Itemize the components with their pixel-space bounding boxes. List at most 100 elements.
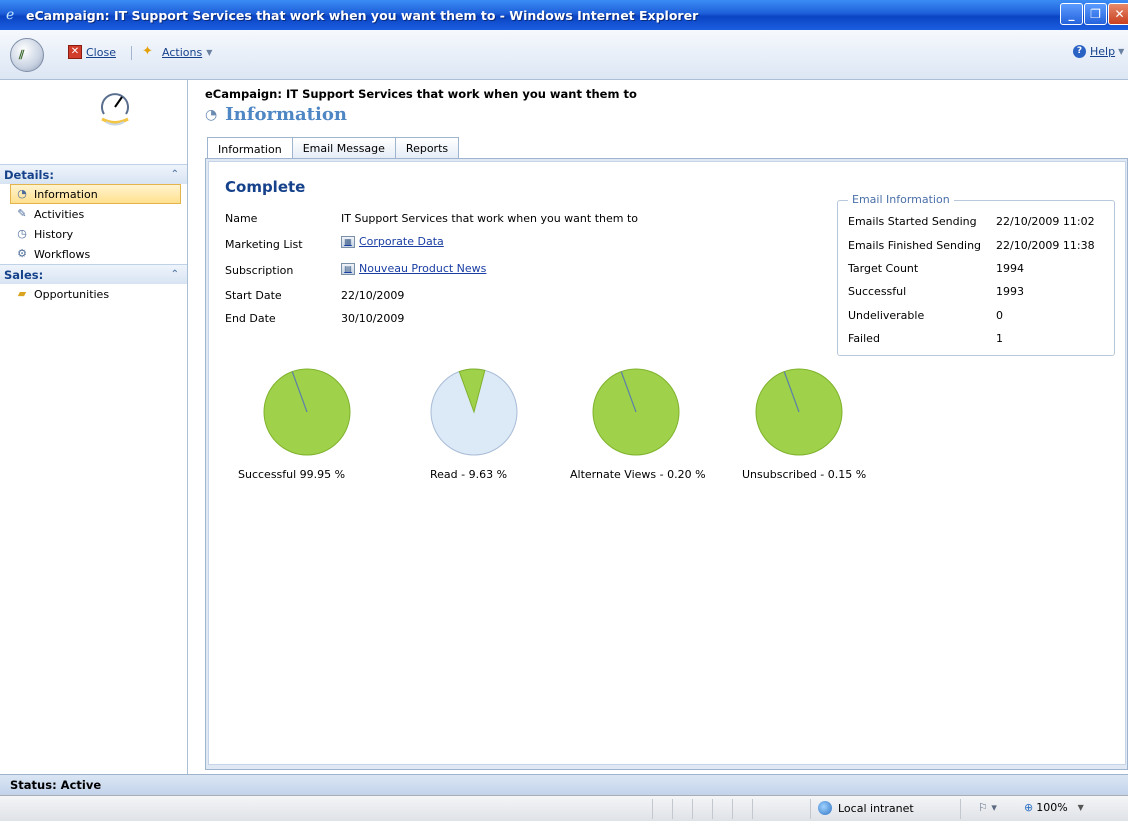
field-value-subscription: ▤ Nouveau Product News [341, 262, 486, 275]
email-info-value: 1993 [996, 285, 1024, 298]
record-status: Status: Active [10, 778, 102, 792]
close-button[interactable]: ✕ Close [68, 45, 116, 59]
field-value-marketing-list: ▦ Corporate Data [341, 235, 444, 248]
history-icon: ◷ [17, 227, 27, 240]
email-info-value: 1994 [996, 262, 1024, 275]
field-value-end-date: 30/10/2009 [341, 312, 405, 325]
field-value-start-date: 22/10/2009 [341, 289, 405, 302]
chevron-down-icon: ▼ [206, 47, 213, 57]
crm-logo-button[interactable]: ⫽ [10, 38, 44, 72]
close-icon: ✕ [68, 45, 82, 59]
field-label-start-date: Start Date [225, 289, 282, 302]
intranet-globe-icon [818, 801, 832, 815]
email-info-label: Target Count [848, 262, 919, 275]
information-panel: Complete Name IT Support Services that w… [208, 161, 1126, 765]
crm-logo-icon: ⫽ [19, 48, 25, 62]
actions-label: Actions [162, 45, 203, 59]
email-info-label: Emails Started Sending [848, 215, 977, 228]
sidebar-item-activities[interactable]: ✎ Activities [0, 204, 187, 224]
marketing-list-link[interactable]: ▦ Corporate Data [341, 235, 444, 248]
help-icon: ? [1073, 45, 1086, 58]
chevron-down-icon: ▼ [1077, 803, 1084, 812]
chevron-down-icon: ▼ [1118, 47, 1125, 56]
email-info-value: 22/10/2009 11:02 [996, 215, 1095, 228]
tab-information[interactable]: Information [207, 137, 293, 160]
pie-alternate-views [592, 368, 680, 456]
internet-explorer-icon: ℯ [6, 7, 15, 23]
email-information-legend: Email Information [848, 193, 954, 206]
tab-reports[interactable]: Reports [394, 137, 460, 159]
opportunities-icon: ▰ [17, 287, 27, 300]
information-icon: ◔ [17, 187, 27, 200]
subscription-link[interactable]: ▤ Nouveau Product News [341, 262, 486, 275]
subscription-icon: ▤ [341, 262, 355, 275]
email-info-label: Failed [848, 332, 880, 345]
window-title: eCampaign: IT Support Services that work… [26, 7, 699, 23]
zoom-control[interactable]: ⊕ 100% ▼ [1024, 801, 1084, 814]
status-heading: Complete [225, 178, 306, 196]
field-label-name: Name [225, 212, 258, 225]
collapse-chevron-icon[interactable]: ⌃ [171, 169, 179, 180]
sidebar-item-workflows[interactable]: ⚙ Workflows [0, 244, 187, 264]
pie-label-unsubscribed: Unsubscribed - 0.15 % [742, 468, 867, 481]
help-button[interactable]: ? Help ▼ [1073, 45, 1124, 58]
pie-label-alternate-views: Alternate Views - 0.20 % [570, 468, 706, 481]
email-information-box: Email Information Emails Started Sending… [837, 193, 1115, 356]
help-label: Help [1090, 45, 1116, 58]
page-title: Information [225, 104, 347, 125]
field-label-end-date: End Date [225, 312, 276, 325]
status-divider [960, 799, 961, 819]
email-info-value: 0 [996, 309, 1003, 322]
workflows-icon: ⚙ [17, 247, 27, 260]
window-title-bar: ℯ eCampaign: IT Support Services that wo… [0, 0, 1128, 30]
status-divider [712, 799, 713, 819]
tab-strip: Information Email Message Reports [207, 137, 460, 160]
status-divider [732, 799, 733, 819]
restore-button[interactable]: ❐ [1084, 3, 1107, 25]
activities-icon: ✎ [17, 207, 27, 220]
entity-logo [0, 80, 187, 164]
security-zone[interactable]: Local intranet [818, 801, 914, 815]
protected-mode-icon[interactable]: ⚐ ▾ [978, 801, 997, 814]
tab-email-message[interactable]: Email Message [291, 137, 396, 159]
sidebar: Details: ⌃ ◔ Information ✎ Activities ◷ … [0, 80, 188, 774]
collapse-chevron-icon[interactable]: ⌃ [171, 269, 179, 280]
actions-icon: ✦ [142, 44, 153, 59]
status-divider [672, 799, 673, 819]
email-info-label: Undeliverable [848, 309, 925, 322]
minimize-button[interactable]: _ [1060, 3, 1083, 25]
actions-button[interactable]: ✦ Actions ▼ [142, 45, 212, 59]
zoom-icon: ⊕ [1024, 801, 1034, 814]
pie-successful [263, 368, 351, 456]
field-label-subscription: Subscription [225, 264, 294, 277]
sidebar-item-history[interactable]: ◷ History [0, 224, 187, 244]
record-subtitle: eCampaign: IT Support Services that work… [205, 87, 637, 101]
email-info-value: 22/10/2009 11:38 [996, 239, 1095, 252]
sidebar-item-opportunities[interactable]: ▰ Opportunities [0, 284, 187, 304]
email-info-value: 1 [996, 332, 1003, 345]
browser-status-bar: Local intranet ⚐ ▾ ⊕ 100% ▼ [0, 795, 1128, 821]
status-divider [810, 799, 811, 819]
email-info-label: Successful [848, 285, 907, 298]
content-area: Complete Name IT Support Services that w… [205, 158, 1128, 770]
sidebar-item-information[interactable]: ◔ Information [10, 184, 181, 204]
record-status-bar: Status: Active [0, 774, 1128, 795]
close-label: Close [86, 45, 116, 59]
page-title-row: ◔ Information [205, 104, 347, 125]
email-info-label: Emails Finished Sending [848, 239, 982, 252]
pie-label-read: Read - 9.63 % [430, 468, 508, 481]
status-divider [692, 799, 693, 819]
status-divider [652, 799, 653, 819]
pie-read [430, 368, 518, 456]
pie-unsubscribed [755, 368, 843, 456]
sales-section-header[interactable]: Sales: ⌃ [0, 264, 187, 284]
field-label-marketing-list: Marketing List [225, 238, 303, 251]
pie-label-successful: Successful 99.95 % [238, 468, 346, 481]
toolbar: ⫽ ✕ Close ✦ Actions ▼ ? Help ▼ [0, 30, 1128, 80]
details-section-header[interactable]: Details: ⌃ [0, 164, 187, 184]
status-divider [752, 799, 753, 819]
close-window-button[interactable]: ✕ [1108, 3, 1128, 25]
toolbar-separator [131, 46, 132, 60]
field-value-name: IT Support Services that work when you w… [341, 212, 639, 225]
campaign-gauge-icon [101, 93, 129, 126]
